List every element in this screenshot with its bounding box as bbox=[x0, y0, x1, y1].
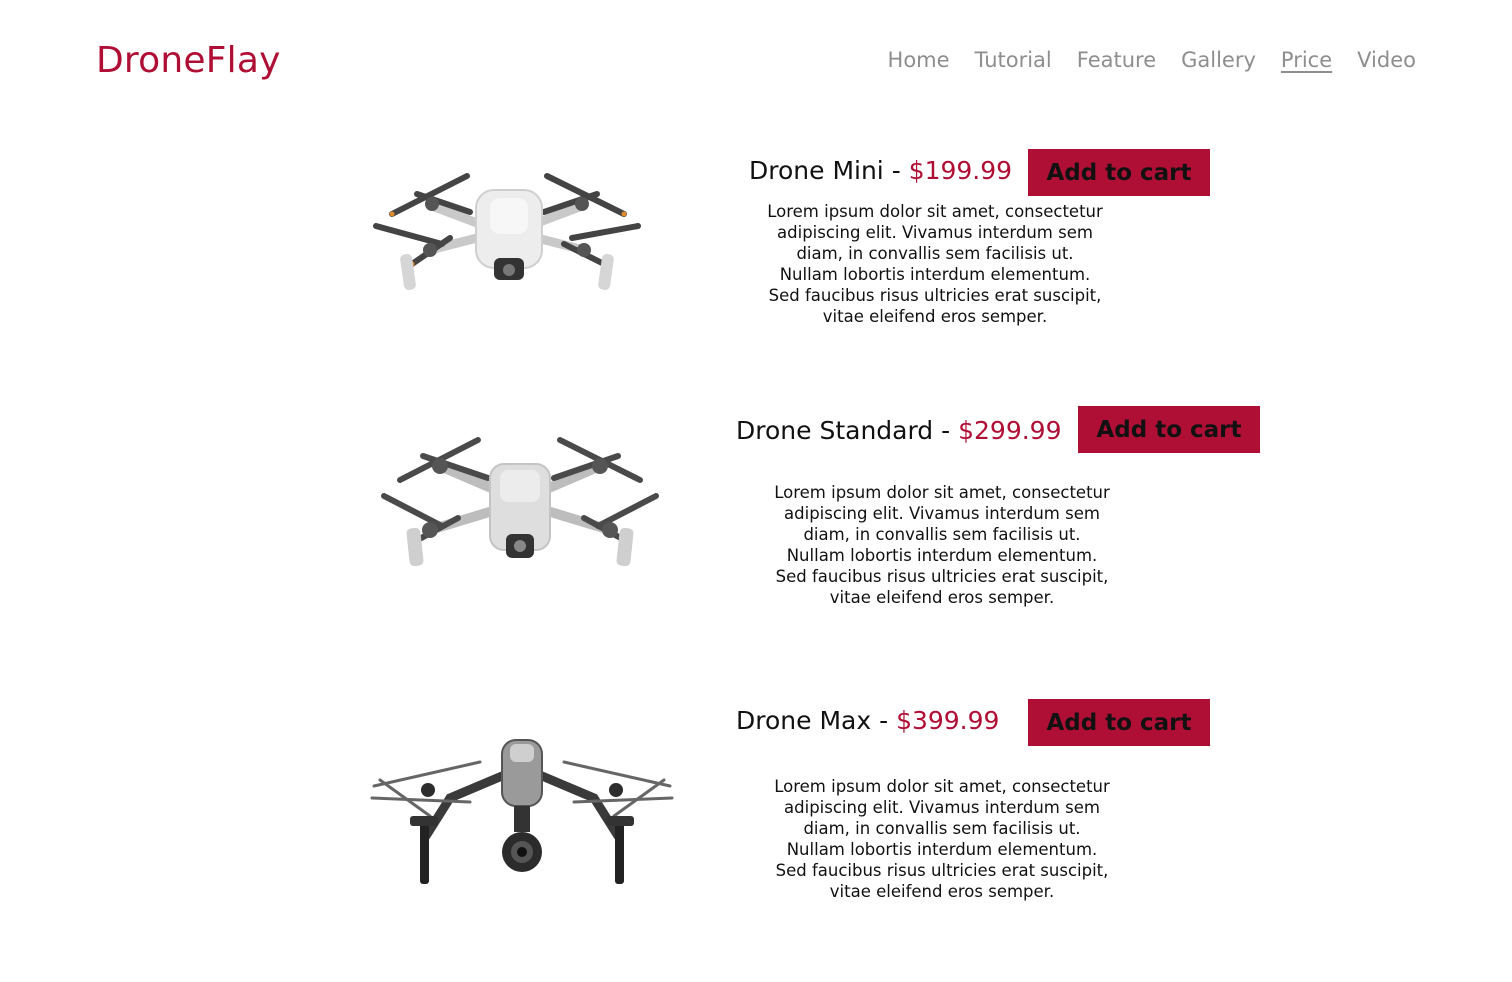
product-description: Lorem ipsum dolor sit amet, consectetur … bbox=[767, 202, 1103, 326]
product-description: Lorem ipsum dolor sit amet, consectetur … bbox=[774, 777, 1110, 901]
title-separator: - bbox=[933, 416, 959, 445]
product-price: $299.99 bbox=[958, 416, 1062, 445]
product-name: Drone Mini bbox=[749, 156, 884, 185]
brand-logo[interactable]: DroneFlay bbox=[96, 40, 281, 81]
add-to-cart-button[interactable]: Add to cart bbox=[1078, 406, 1260, 453]
nav-gallery[interactable]: Gallery bbox=[1181, 48, 1256, 72]
product-title: Drone Standard - $299.99 bbox=[736, 416, 1062, 445]
title-separator: - bbox=[883, 156, 909, 185]
nav-tutorial[interactable]: Tutorial bbox=[975, 48, 1052, 72]
add-to-cart-button[interactable]: Add to cart bbox=[1028, 699, 1210, 746]
product-price: $199.99 bbox=[908, 156, 1013, 185]
product-name: Drone Standard bbox=[736, 416, 934, 445]
product-title: Drone Max - $399.99 bbox=[736, 706, 999, 735]
drone-mini-icon bbox=[373, 173, 641, 291]
product-description: Lorem ipsum dolor sit amet, consectetur … bbox=[774, 483, 1110, 607]
product-title: Drone Mini - $199.99 bbox=[749, 156, 1012, 185]
drone-max-icon bbox=[370, 739, 674, 884]
add-to-cart-button[interactable]: Add to cart bbox=[1028, 149, 1210, 196]
title-separator: - bbox=[871, 706, 897, 735]
drone-standard-icon bbox=[381, 437, 659, 567]
product-price: $399.99 bbox=[896, 706, 1000, 735]
nav-feature[interactable]: Feature bbox=[1077, 48, 1156, 72]
nav-home[interactable]: Home bbox=[888, 48, 950, 72]
nav-video[interactable]: Video bbox=[1357, 48, 1416, 72]
nav-price[interactable]: Price bbox=[1281, 48, 1332, 72]
main-nav: Home Tutorial Feature Gallery Price Vide… bbox=[888, 48, 1416, 72]
product-name: Drone Max bbox=[736, 706, 872, 735]
